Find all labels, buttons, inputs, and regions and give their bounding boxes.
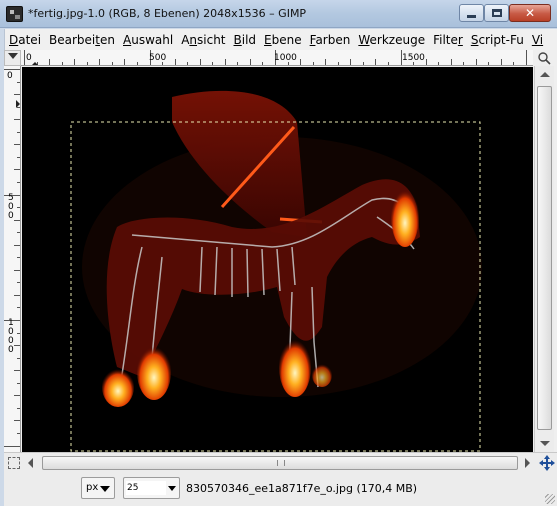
menu-ebene[interactable]: Ebene (260, 33, 306, 47)
zoom-input[interactable]: 25 (126, 481, 166, 495)
horizontal-scrollbar[interactable] (22, 455, 536, 471)
status-bar: px 25 830570346_ee1a871f7e_o.jpg (170,4 … (4, 472, 557, 506)
zoom-on-resize-icon (538, 52, 551, 65)
fire-hoof-4 (312, 363, 332, 387)
quick-mask-icon[interactable] (8, 457, 20, 469)
horizontal-ruler-ticks: 0 500 1000 1500 (24, 50, 527, 65)
menu-script-fu[interactable]: Script-Fu (467, 33, 528, 47)
zoom-value: 25 (127, 483, 139, 493)
menu-werkzeuge[interactable]: Werkzeuge (354, 33, 429, 47)
ruler-label-500: 500 (149, 53, 166, 63)
minimize-icon (467, 14, 476, 18)
ruler-label-0: 0 (26, 53, 32, 63)
gimp-icon[interactable] (6, 6, 23, 22)
ruler-label-1000: 1000 (274, 53, 297, 63)
menu-bild[interactable]: Bild (230, 33, 261, 47)
menu-bar: Datei Bearbeiten Auswahl Ansicht Bild Eb… (4, 29, 557, 50)
menu-filter[interactable]: Filter (429, 33, 467, 47)
vertical-scrollbar[interactable] (534, 66, 554, 452)
menu-auswahl[interactable]: Auswahl (119, 33, 177, 47)
scroll-up-icon[interactable] (540, 72, 550, 77)
close-button[interactable]: ✕ (509, 4, 551, 22)
fire-hoof-3 (279, 337, 311, 397)
horizontal-scroll-thumb[interactable] (42, 456, 518, 470)
vertical-scroll-thumb[interactable] (537, 86, 552, 430)
menu-datei[interactable]: Datei (5, 33, 45, 47)
scroll-right-icon[interactable] (525, 458, 530, 468)
vertical-ruler[interactable]: 0 500 1000 (4, 66, 21, 452)
scroll-left-icon[interactable] (28, 458, 33, 468)
zoom-combo[interactable]: 25 (123, 477, 180, 499)
chevron-down-icon (100, 486, 110, 492)
status-info: 830570346_ee1a871f7e_o.jpg (170,4 MB) (186, 482, 418, 495)
unit-select[interactable]: px (81, 477, 115, 499)
vertical-ruler-ticks: 0 500 1000 (4, 69, 20, 447)
menu-ansicht[interactable]: Ansicht (177, 33, 229, 47)
grip-icon (277, 460, 285, 466)
window-title: *fertig.jpg-1.0 (RGB, 8 Ebenen) 2048x153… (28, 7, 307, 20)
menu-bearbeiten[interactable]: Bearbeiten (45, 33, 119, 47)
menu-arrow-icon (8, 53, 18, 59)
maximize-icon (491, 9, 502, 17)
unit-value: px (86, 482, 99, 493)
canvas-artwork (70, 90, 482, 452)
maximize-button[interactable] (484, 4, 509, 22)
image-canvas[interactable] (22, 67, 533, 452)
close-icon: ✕ (524, 6, 536, 20)
ruler-label-1500: 1500 (402, 53, 425, 63)
horizontal-ruler[interactable]: 0 500 1000 1500 (21, 50, 533, 66)
resize-grip-icon[interactable] (545, 494, 555, 504)
fire-hoof-2 (137, 344, 171, 400)
navigate-icon (539, 455, 555, 471)
fire-mane (391, 187, 419, 247)
chevron-down-icon (168, 486, 176, 491)
menu-ansicht-truncated[interactable]: Vi (528, 33, 547, 47)
zoom-on-resize-button[interactable] (534, 50, 554, 66)
vruler-label-1000: 1000 (8, 318, 14, 355)
vruler-label-500: 500 (8, 193, 14, 221)
minimize-button[interactable] (459, 4, 484, 22)
bottom-scroll-row (4, 452, 557, 472)
menu-farben[interactable]: Farben (306, 33, 355, 47)
scroll-down-icon[interactable] (540, 441, 550, 446)
navigate-button[interactable] (537, 453, 557, 473)
image-menu-button[interactable] (4, 50, 21, 66)
title-bar: *fertig.jpg-1.0 (RGB, 8 Ebenen) 2048x153… (0, 0, 557, 28)
fire-hoof-1 (102, 367, 134, 407)
vruler-label-0: 0 (7, 71, 13, 81)
pointer-marker-v (16, 100, 20, 108)
